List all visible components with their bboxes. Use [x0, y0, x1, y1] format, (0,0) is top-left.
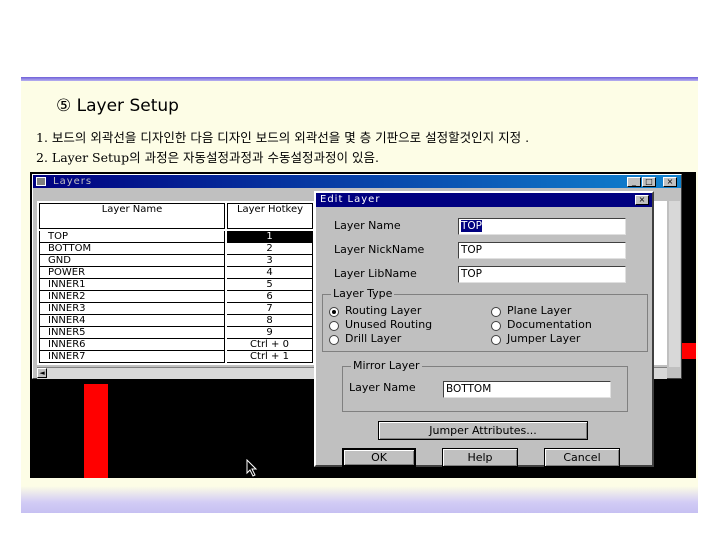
- radio-drill-layer[interactable]: [329, 335, 339, 345]
- radio-unused-routing[interactable]: [329, 321, 339, 331]
- radio-documentation[interactable]: [491, 321, 501, 331]
- layer-row-name[interactable]: INNER2: [39, 291, 225, 303]
- layer-row-name[interactable]: INNER3: [39, 303, 225, 315]
- layer-row-name[interactable]: POWER: [39, 267, 225, 279]
- bottom-accent-band: [21, 486, 698, 513]
- layer-libname-input[interactable]: TOP: [458, 266, 626, 283]
- mirror-layer-name-input[interactable]: BOTTOM: [443, 381, 611, 398]
- layers-window-title: Layers: [53, 176, 93, 187]
- drill-layer-label[interactable]: Drill Layer: [345, 332, 401, 345]
- edit-layer-title: Edit Layer: [320, 194, 381, 205]
- description-line-2: 2. Layer Setup의 과정은 자동설정과정과 수동설정과정이 있음.: [36, 150, 379, 165]
- vertical-scrollbar[interactable]: [669, 201, 680, 367]
- close-icon[interactable]: ×: [663, 177, 677, 187]
- layer-row-name[interactable]: TOP: [39, 231, 225, 243]
- layers-titlebar[interactable]: Layers _ □ ×: [33, 175, 681, 188]
- slide-heading: ⑤ Layer Setup: [56, 96, 179, 116]
- layer-row-hotkey[interactable]: Ctrl + 0: [227, 339, 313, 351]
- radio-plane-layer[interactable]: [491, 307, 501, 317]
- scroll-left-icon[interactable]: ◄: [37, 368, 47, 378]
- layer-nickname-input[interactable]: TOP: [458, 242, 626, 259]
- layer-row-name[interactable]: INNER1: [39, 279, 225, 291]
- unused-routing-label[interactable]: Unused Routing: [345, 318, 432, 331]
- layer-type-legend: Layer Type: [331, 287, 395, 300]
- layer-nickname-label: Layer NickName: [334, 243, 425, 256]
- radio-routing-layer[interactable]: [329, 307, 339, 317]
- documentation-label[interactable]: Documentation: [507, 318, 592, 331]
- layer-libname-label: Layer LibName: [334, 267, 417, 280]
- mirror-layer-group: Mirror Layer Layer Name BOTTOM: [342, 359, 628, 412]
- pcb-trace-red: [84, 384, 108, 478]
- edit-layer-titlebar[interactable]: Edit Layer ×: [316, 193, 652, 207]
- layer-row-name[interactable]: INNER6: [39, 339, 225, 351]
- layer-row-name[interactable]: GND: [39, 255, 225, 267]
- layer-row-name[interactable]: INNER7: [39, 351, 225, 363]
- layer-row-hotkey[interactable]: 7: [227, 303, 313, 315]
- pcb-trace-red-right: [681, 343, 696, 359]
- layer-row-hotkey[interactable]: 1: [227, 231, 313, 243]
- jumper-attributes-button[interactable]: Jumper Attributes...: [378, 421, 588, 440]
- layer-name-value: TOP: [461, 220, 483, 232]
- layer-row-hotkey[interactable]: 5: [227, 279, 313, 291]
- edit-layer-dialog: Edit Layer × Layer Name TOP Layer NickNa…: [314, 191, 654, 467]
- description-line-1: 1. 보드의 외곽선을 디자인한 다음 디자인 보드의 외곽선을 몇 층 기판으…: [36, 130, 530, 145]
- ok-button[interactable]: OK: [342, 448, 416, 467]
- layer-row-hotkey[interactable]: 6: [227, 291, 313, 303]
- layer-name-input[interactable]: TOP: [458, 218, 626, 235]
- layer-row-name[interactable]: INNER5: [39, 327, 225, 339]
- jumper-layer-label[interactable]: Jumper Layer: [507, 332, 580, 345]
- maximize-icon[interactable]: □: [642, 177, 656, 187]
- layer-row-name[interactable]: BOTTOM: [39, 243, 225, 255]
- app-screenshot: Layers _ □ × Layer Name Layer Hotkey TOP…: [30, 172, 696, 478]
- plane-layer-label[interactable]: Plane Layer: [507, 304, 571, 317]
- close-icon[interactable]: ×: [635, 195, 649, 205]
- mirror-layer-legend: Mirror Layer: [351, 359, 422, 372]
- help-button[interactable]: Help: [442, 448, 518, 467]
- cancel-button[interactable]: Cancel: [544, 448, 620, 467]
- routing-layer-label[interactable]: Routing Layer: [345, 304, 421, 317]
- layer-row-hotkey[interactable]: 3: [227, 255, 313, 267]
- column-header-layer-name[interactable]: Layer Name: [39, 203, 225, 229]
- window-icon: [36, 177, 46, 186]
- layer-row-name[interactable]: INNER4: [39, 315, 225, 327]
- layer-row-hotkey[interactable]: 4: [227, 267, 313, 279]
- radio-jumper-layer[interactable]: [491, 335, 501, 345]
- layer-row-hotkey[interactable]: Ctrl + 1: [227, 351, 313, 363]
- minimize-icon[interactable]: _: [627, 177, 641, 187]
- mouse-cursor-icon: [246, 459, 258, 477]
- layer-name-label: Layer Name: [334, 219, 401, 232]
- layer-row-hotkey[interactable]: 8: [227, 315, 313, 327]
- layer-row-hotkey[interactable]: 9: [227, 327, 313, 339]
- mirror-layer-name-label: Layer Name: [349, 381, 416, 394]
- column-header-layer-hotkey[interactable]: Layer Hotkey: [227, 203, 313, 229]
- layer-type-group: Layer Type Routing Layer Plane Layer Unu…: [322, 287, 648, 352]
- layer-row-hotkey[interactable]: 2: [227, 243, 313, 255]
